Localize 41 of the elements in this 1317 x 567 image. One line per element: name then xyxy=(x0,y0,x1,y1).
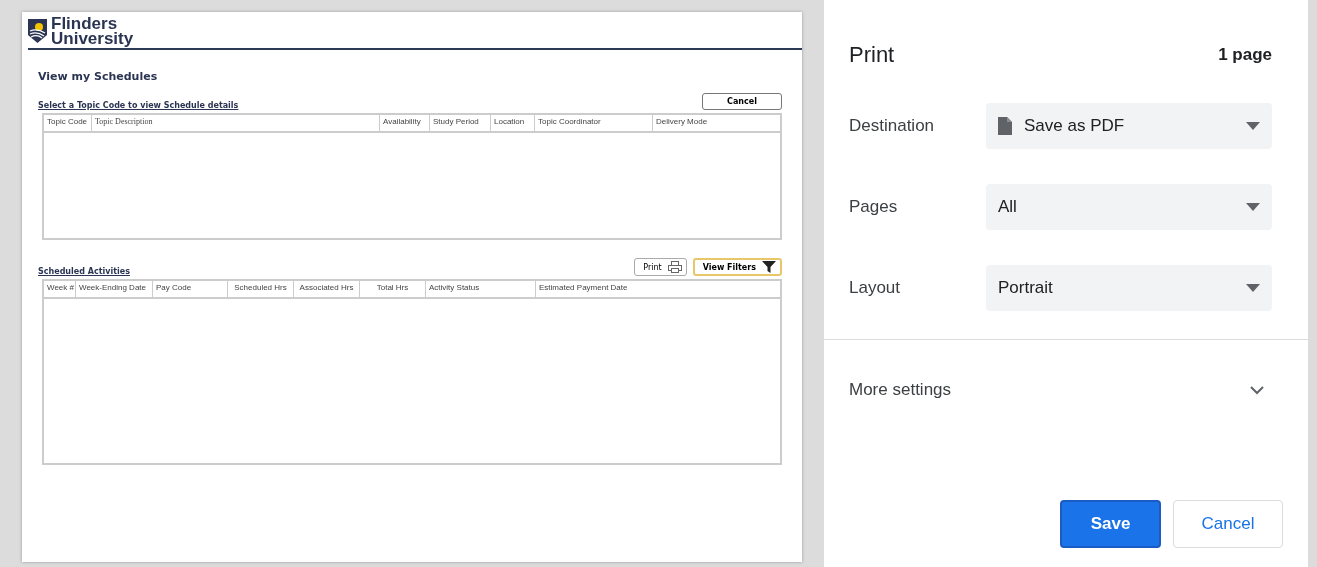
page-count: 1 page xyxy=(1218,45,1272,65)
section-link[interactable]: Select a Topic Code to view Schedule details xyxy=(38,101,239,110)
document-icon xyxy=(998,117,1012,135)
panel-title: Print xyxy=(849,42,895,68)
setting-label: Layout xyxy=(849,278,902,298)
column-header: Availability xyxy=(380,115,430,131)
caret-icon xyxy=(1246,284,1260,292)
column-header: Estimated Payment Date xyxy=(538,282,629,294)
setting-dropdown[interactable]: All xyxy=(986,184,1272,230)
cancel-button[interactable]: Cancel xyxy=(702,93,782,110)
column-header: Associated Hrs xyxy=(294,281,360,297)
caret-icon xyxy=(1246,203,1260,211)
filter-icon xyxy=(762,261,776,273)
setting-label: Pages xyxy=(849,197,899,217)
sun-shield-logo-icon xyxy=(28,19,47,43)
print-button[interactable]: Print xyxy=(634,258,687,276)
column-header: Delivery Mode xyxy=(655,116,709,128)
logo-text: University xyxy=(51,31,134,46)
caret-icon xyxy=(1246,122,1260,130)
column-header: Activity Status xyxy=(426,281,536,297)
column-header: Week # xyxy=(44,281,76,297)
save-button[interactable]: Save xyxy=(1060,500,1161,548)
column-header: Pay Code xyxy=(153,281,228,297)
column-header: Location xyxy=(491,115,535,131)
setting-dropdown[interactable]: Portrait xyxy=(986,265,1272,311)
column-header: Topic Code xyxy=(44,115,92,131)
column-header: Week-Ending Date xyxy=(76,281,153,297)
view-filters-button[interactable]: View Filters xyxy=(692,258,782,276)
column-header: Topic Description xyxy=(92,115,380,131)
column-header: Topic Coordinator xyxy=(535,115,653,131)
printer-icon xyxy=(667,261,682,273)
setting-dropdown[interactable]: Save as PDF xyxy=(986,103,1272,149)
page-title: View my Schedules xyxy=(38,70,159,83)
column-header: Study Period xyxy=(430,115,491,131)
column-header: Scheduled Hrs xyxy=(228,281,294,297)
logo-text: Flinders xyxy=(51,16,118,31)
section-link[interactable]: Scheduled Activities xyxy=(38,267,130,276)
column-header: Total Hrs xyxy=(360,281,426,297)
more-settings-toggle[interactable]: More settings xyxy=(824,380,1308,400)
cancel-button[interactable]: Cancel xyxy=(1173,500,1283,548)
setting-label: Destination xyxy=(849,116,936,136)
